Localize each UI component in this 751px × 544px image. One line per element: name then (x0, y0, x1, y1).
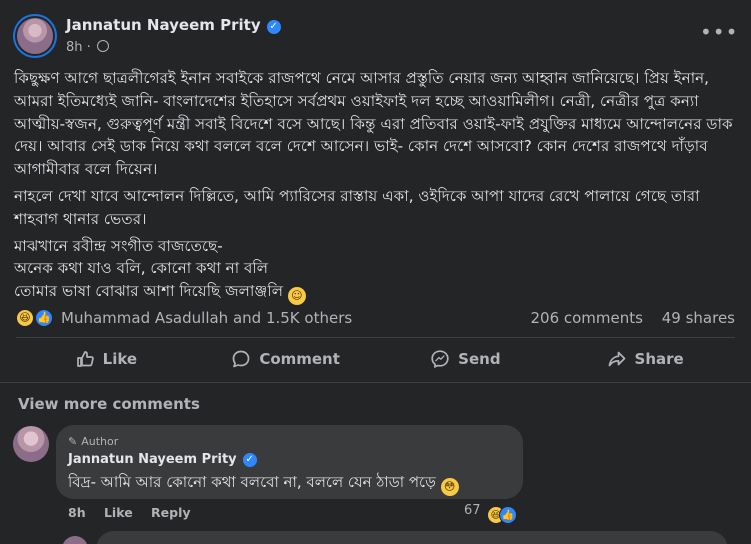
comment-reactions[interactable]: 67 😆👍 (464, 503, 517, 524)
post-meta: 8h · (66, 40, 109, 55)
share-button[interactable]: Share (555, 340, 735, 378)
post-actions: Like Comment Send Share (16, 340, 735, 378)
author-badge-label: Author (81, 435, 119, 448)
post-paragraph: কিছুক্ষণ আগে ছাত্রলীগেরই ইনান সবাইকে রাজ… (14, 69, 733, 179)
comment-reaction-count: 67 (464, 503, 481, 518)
comment-meta: 8h Like Reply (68, 505, 205, 520)
post-text: কিছুক্ষণ আগে ছাত্রলীগেরই ইনান সবাইকে রাজ… (14, 67, 739, 306)
verified-badge-icon: ✓ (242, 453, 257, 467)
commenter-avatar[interactable] (13, 426, 49, 462)
reply-bubble (96, 531, 728, 544)
divider (16, 337, 735, 338)
comment-reply-button[interactable]: Reply (151, 505, 190, 520)
comments-count[interactable]: 206 comments (530, 309, 642, 327)
reactions-summary: 😆 👍 Muhammad Asadullah and 1.5K others 2… (0, 303, 751, 331)
comment-text: বিদ্র- আমি আর কোনো কথা বলবো না, বললে যেন… (68, 471, 459, 496)
comment-like-button[interactable]: Like (104, 505, 133, 520)
like-reaction-icon: 👍 (498, 506, 517, 524)
reply-avatar[interactable] (62, 536, 88, 544)
thumbs-up-icon (76, 351, 94, 367)
comment-label: Comment (259, 350, 340, 368)
share-label: Share (634, 350, 684, 368)
comment-icon (232, 350, 250, 368)
more-options-icon[interactable]: ••• (700, 22, 737, 46)
meta-separator: · (86, 40, 91, 55)
comment-text-body: বিদ্র- আমি আর কোনো কথা বলবো না, বললে যেন… (68, 473, 436, 491)
author-badge: ✎ Author (68, 435, 118, 448)
post-line: অনেক কথা যাও বলি, কোনো কথা না বলি (14, 259, 269, 278)
divider (0, 382, 751, 383)
like-button[interactable]: Like (16, 340, 196, 378)
share-arrow-icon (608, 351, 625, 367)
send-label: Send (458, 350, 501, 368)
post-time[interactable]: 8h (66, 40, 83, 55)
author-avatar[interactable] (13, 14, 57, 58)
post-line: তোমার ভাষা বোঝার আশা দিয়েছি জলাঞ্জলি (14, 282, 284, 301)
flushed-emoji-icon: 😳 (440, 478, 459, 496)
laugh-reaction-icon[interactable]: 😆 (15, 308, 35, 328)
author-name-text[interactable]: Jannatun Nayeem Prity (66, 16, 261, 34)
globe-icon (96, 40, 109, 52)
like-label: Like (102, 350, 138, 368)
comment-bubble: ✎ Author Jannatun Nayeem Prity ✓ বিদ্র- আম… (56, 425, 523, 499)
pen-icon: ✎ (68, 435, 78, 448)
verified-badge-icon: ✓ (266, 20, 281, 34)
messenger-icon (431, 350, 449, 369)
comment-button[interactable]: Comment (196, 340, 376, 378)
view-more-comments-link[interactable]: View more comments (18, 395, 200, 413)
reaction-names[interactable]: Muhammad Asadullah and 1.5K others (61, 309, 352, 327)
like-reaction-icon[interactable]: 👍 (34, 308, 54, 328)
post-header: Jannatun Nayeem Prity ✓ 8h · ••• (0, 0, 751, 66)
author-name[interactable]: Jannatun Nayeem Prity ✓ (66, 16, 281, 34)
post-stats: 206 comments 49 shares (530, 309, 735, 327)
commenter-name[interactable]: Jannatun Nayeem Prity ✓ (68, 452, 257, 467)
send-button[interactable]: Send (376, 340, 556, 378)
shares-count[interactable]: 49 shares (662, 309, 735, 327)
post-line-last: তোমার ভাষা বোঝার আশা দিয়েছি জলাঞ্জলি ☺ (14, 280, 739, 306)
commenter-name-text[interactable]: Jannatun Nayeem Prity (68, 452, 237, 467)
post-paragraph: নাহলে দেখা যাবে আন্দোলন দিল্লিতে, আমি প্… (14, 186, 700, 228)
comment-time[interactable]: 8h (68, 505, 86, 520)
post-line: মাঝখানে রবীন্দ্র সংগীত বাজতেছে- (14, 236, 223, 255)
